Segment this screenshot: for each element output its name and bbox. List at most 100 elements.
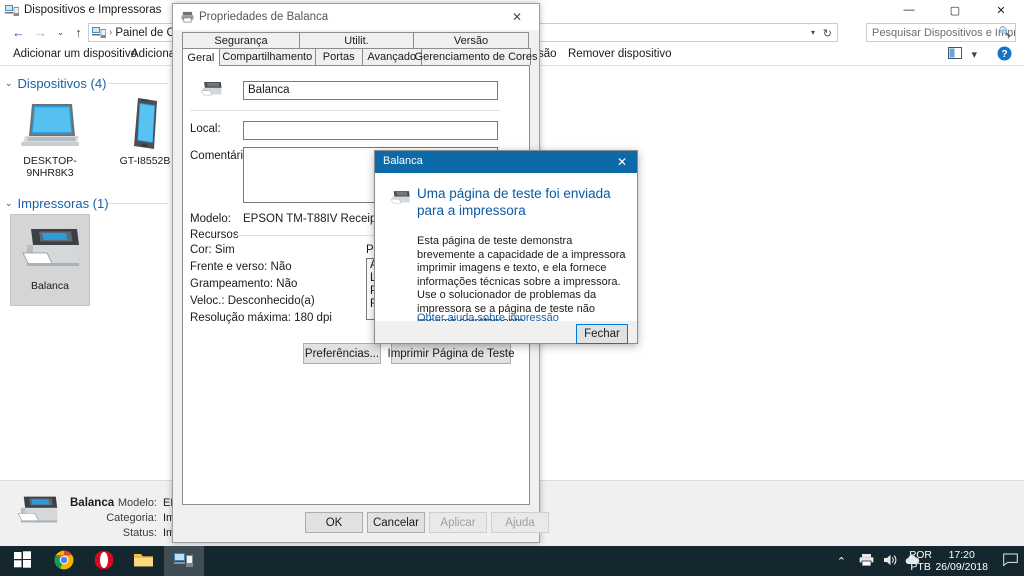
language-indicator[interactable]: POR PTB bbox=[909, 549, 932, 573]
features-section-label: Recursos bbox=[190, 229, 239, 241]
properties-close-button[interactable]: ✕ bbox=[495, 4, 539, 30]
opera-icon bbox=[94, 550, 114, 573]
view-pane-icon[interactable] bbox=[948, 47, 962, 62]
devices-printers-button[interactable] bbox=[164, 546, 204, 576]
notification-icon bbox=[1003, 553, 1018, 570]
tab-geral[interactable]: Geral bbox=[182, 48, 220, 66]
message-close-button[interactable]: ✕ bbox=[607, 151, 637, 173]
details-label-status: Status: bbox=[122, 526, 157, 539]
local-input[interactable] bbox=[243, 121, 498, 140]
group-label-devices: Dispositivos (4) bbox=[17, 75, 107, 91]
feature-duplex: Frente e verso: Não bbox=[190, 261, 292, 273]
message-footer: Fechar bbox=[375, 321, 637, 344]
address-chevron-down-icon[interactable]: ▾ bbox=[811, 28, 815, 37]
printer-icon bbox=[17, 215, 83, 277]
tab-row-primary: Geral Compartilhamento Portas Avançado G… bbox=[182, 48, 537, 66]
tab-row-secondary: Segurança Utilit. Versão bbox=[182, 32, 530, 49]
breadcrumb-devices-printers-icon bbox=[92, 26, 106, 39]
close-dialog-button[interactable]: Fechar bbox=[576, 324, 628, 344]
chevron-up-icon[interactable]: ⌃ bbox=[837, 555, 846, 568]
back-button[interactable]: ← bbox=[10, 24, 27, 41]
explorer-title: Dispositivos e Impressoras bbox=[24, 4, 162, 16]
apply-button[interactable]: Aplicar bbox=[429, 512, 487, 533]
printer-icon bbox=[199, 80, 223, 103]
file-explorer-button[interactable] bbox=[124, 546, 164, 576]
notification-center-button[interactable] bbox=[1003, 546, 1018, 576]
command-remove-device[interactable]: Remover dispositivo bbox=[568, 48, 672, 60]
group-divider-printers bbox=[108, 203, 168, 204]
start-button[interactable] bbox=[0, 546, 44, 576]
taskbar: ⌃ POR PTB 17:20 26/09/2018 bbox=[0, 546, 1024, 576]
recent-locations-chevron-down-icon[interactable]: ⌄ bbox=[52, 24, 69, 41]
print-test-page-button[interactable]: Imprimir Página de Teste bbox=[388, 343, 515, 364]
printer-name-input[interactable]: Balanca bbox=[243, 81, 498, 100]
message-title: Balanca bbox=[383, 155, 423, 167]
maximize-button[interactable]: ▢ bbox=[932, 0, 978, 20]
opera-button[interactable] bbox=[84, 546, 124, 576]
clock[interactable]: 17:20 26/09/2018 bbox=[935, 549, 988, 573]
preferences-button[interactable]: Preferências... bbox=[303, 343, 381, 364]
tab-seguranca[interactable]: Segurança bbox=[182, 32, 300, 49]
properties-title-bar: Propriedades de Balanca ✕ bbox=[173, 4, 539, 30]
forward-button[interactable]: → bbox=[32, 24, 49, 41]
svg-text:?: ? bbox=[1001, 49, 1007, 60]
clock-time: 17:20 bbox=[948, 549, 975, 561]
printer-tile-balanca[interactable]: Balanca bbox=[10, 214, 90, 306]
tab-gerenciamento-de-cores[interactable]: Gerenciamento de Cores bbox=[415, 48, 537, 65]
group-label-printers: Impressoras (1) bbox=[17, 195, 109, 211]
feature-resolution: Resolução máxima: 180 dpi bbox=[190, 312, 332, 324]
group-header-devices[interactable]: ⌄ Dispositivos (4) bbox=[5, 74, 106, 92]
section-divider bbox=[190, 110, 500, 111]
command-print-preview[interactable]: são bbox=[538, 48, 557, 60]
details-label-category: Categoria: bbox=[106, 511, 157, 524]
breadcrumb-separator: › bbox=[109, 27, 113, 38]
details-printer-icon bbox=[14, 493, 60, 534]
search-icon[interactable]: 🔍 bbox=[999, 27, 1011, 38]
volume-icon bbox=[883, 553, 898, 570]
tab-portas[interactable]: Portas bbox=[314, 48, 363, 65]
smartphone-icon bbox=[127, 94, 163, 152]
chevron-down-icon[interactable]: ⌄ bbox=[5, 198, 13, 209]
tab-utilit[interactable]: Utilit. bbox=[299, 32, 414, 49]
folder-icon bbox=[133, 551, 155, 572]
device-tile-desktop[interactable]: DESKTOP-9NHR8K3 bbox=[10, 94, 90, 184]
minimize-button[interactable]: — bbox=[886, 0, 932, 20]
model-label: Modelo: bbox=[190, 213, 231, 225]
feature-staple: Grampeamento: Não bbox=[190, 278, 298, 290]
chevron-down-icon[interactable]: ⌄ bbox=[5, 78, 13, 89]
tray-printer-button[interactable] bbox=[859, 546, 874, 576]
help-icon[interactable]: ? bbox=[997, 46, 1012, 64]
tray-volume-button[interactable] bbox=[883, 546, 898, 576]
explorer-window-controls: — ▢ ✕ bbox=[886, 0, 1024, 20]
message-title-bar: Balanca ✕ bbox=[375, 151, 637, 173]
tab-versao[interactable]: Versão bbox=[413, 32, 529, 49]
tray-expand-button[interactable]: ⌃ bbox=[837, 546, 846, 576]
clock-date: 26/09/2018 bbox=[935, 561, 988, 573]
search-placeholder: Pesquisar Dispositivos e Impr... bbox=[872, 26, 1015, 39]
printer-icon bbox=[181, 11, 194, 26]
chrome-icon bbox=[54, 550, 74, 573]
test-page-message-dialog: Balanca ✕ Uma página de teste foi enviad… bbox=[374, 150, 638, 344]
chrome-button[interactable] bbox=[44, 546, 84, 576]
tab-compartilhamento[interactable]: Compartilhamento bbox=[218, 48, 316, 65]
laptop-icon bbox=[19, 94, 81, 152]
model-value: EPSON TM-T88IV ReceiptE4 bbox=[243, 213, 394, 225]
group-header-printers[interactable]: ⌄ Impressoras (1) bbox=[5, 194, 109, 212]
windows-logo-icon bbox=[13, 551, 31, 571]
command-add-device[interactable]: Adicionar um dispositivo bbox=[13, 48, 137, 60]
cancel-button[interactable]: Cancelar bbox=[367, 512, 425, 533]
group-divider-devices bbox=[108, 83, 168, 84]
device-label-desktop: DESKTOP-9NHR8K3 bbox=[23, 155, 77, 179]
search-input[interactable]: Pesquisar Dispositivos e Impr... 🔍 bbox=[866, 23, 1016, 42]
printer-tray-icon bbox=[859, 553, 874, 570]
view-chevron-down-icon[interactable]: ▾ bbox=[971, 48, 977, 61]
help-button[interactable]: Ajuda bbox=[491, 512, 549, 533]
close-button[interactable]: ✕ bbox=[978, 0, 1024, 20]
message-heading: Uma página de teste foi enviada para a i… bbox=[417, 186, 611, 218]
up-button[interactable]: ↑ bbox=[70, 24, 87, 41]
message-body: Uma página de teste foi enviada para a i… bbox=[375, 173, 637, 328]
ok-button[interactable]: OK bbox=[305, 512, 363, 533]
local-label: Local: bbox=[190, 123, 221, 135]
tab-avancado[interactable]: Avançado bbox=[361, 48, 422, 65]
refresh-icon[interactable]: ↻ bbox=[823, 27, 832, 40]
